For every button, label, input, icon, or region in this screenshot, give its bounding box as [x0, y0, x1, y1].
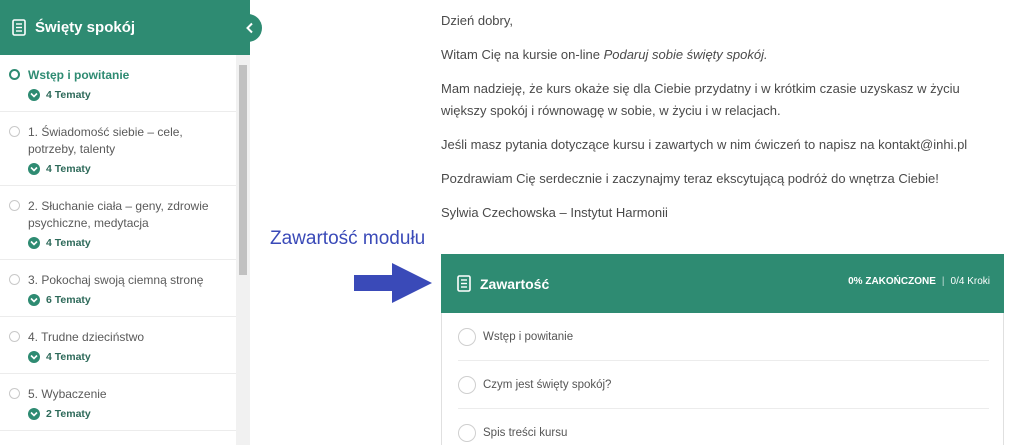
step-label: Spis treści kursu [483, 426, 568, 439]
lesson-item[interactable]: 1. Świadomość siebie – cele, potrzeby, t… [0, 112, 236, 186]
module-content-annotation: Zawartość modułu [270, 228, 426, 249]
status-circle-icon [9, 331, 20, 342]
panel-title: Zawartość [480, 275, 550, 292]
topics-toggle[interactable]: 4 Tematy [28, 89, 226, 101]
status-circle-icon [9, 274, 20, 285]
status-circle-icon [9, 388, 20, 399]
signature-text: Sylwia Czechowska – Instytut Harmonii [441, 205, 668, 220]
chevron-down-icon [28, 351, 40, 363]
lesson-item[interactable]: 4. Trudne dzieciństwo 4 Tematy [0, 317, 236, 374]
chevron-down-icon [28, 294, 40, 306]
status-circle-icon [458, 327, 476, 346]
lesson-item[interactable]: Wstęp i powitanie 4 Tematy [0, 55, 236, 112]
status-circle-icon [9, 126, 20, 137]
sidebar-scrollbar[interactable] [236, 55, 250, 445]
lesson-title: 4. Trudne dzieciństwo [28, 330, 145, 344]
status-circle-icon [458, 423, 476, 442]
progress-status: 0% ZAKOŃCZONE | 0/4 Kroki [848, 276, 990, 287]
questions-text: Jeśli masz pytania dotyczące kursu i zaw… [441, 137, 968, 152]
panel-header: Zawartość 0% ZAKOŃCZONE | 0/4 Kroki [441, 254, 1004, 313]
greeting-text: Dzień dobry, [441, 13, 514, 28]
topics-toggle[interactable]: 6 Tematy [28, 294, 226, 306]
chevron-down-icon [28, 89, 40, 101]
lesson-item[interactable]: 5. Wybaczenie 2 Tematy [0, 374, 236, 431]
status-circle-icon [9, 69, 20, 80]
module-content-panel: Zawartość 0% ZAKOŃCZONE | 0/4 Kroki Wstę… [441, 254, 1004, 445]
status-circle-icon [458, 375, 476, 394]
sidebar-header: Święty spokój [0, 0, 262, 55]
chevron-left-icon [246, 22, 253, 34]
course-name: Podaruj sobie święty spokój. [603, 47, 768, 62]
lesson-title: 5. Wybaczenie [28, 387, 107, 401]
progress-separator: | [941, 276, 945, 287]
step-item[interactable]: Spis treści kursu [458, 409, 989, 445]
progress-percent: 0% ZAKOŃCZONE [848, 276, 936, 287]
lesson-list: Wstęp i powitanie 4 Tematy 1. Świadomość… [0, 55, 236, 431]
lesson-title: 2. Słuchanie ciała – geny, zdrowie psych… [28, 199, 209, 230]
lesson-title: Wstęp i powitanie [28, 68, 130, 82]
lesson-item[interactable]: 3. Pokochaj swoją ciemną stronę 6 Tematy [0, 260, 236, 317]
hope-text: Mam nadzieję, że kurs okaże się dla Cieb… [441, 81, 960, 118]
steps-count: 0/4 Kroki [950, 276, 990, 287]
topics-toggle[interactable]: 4 Tematy [28, 163, 226, 175]
welcome-text: Witam Cię na kursie on-line Podaruj sobi… [441, 44, 1001, 66]
topics-toggle[interactable]: 2 Tematy [28, 408, 226, 420]
welcome-prefix: Witam Cię na kursie on-line [441, 47, 604, 62]
chevron-down-icon [28, 408, 40, 420]
document-icon [457, 275, 471, 292]
regards-text: Pozdrawiam Cię serdecznie i zaczynajmy t… [441, 171, 939, 186]
topics-count: 4 Tematy [46, 351, 91, 363]
chevron-down-icon [28, 163, 40, 175]
topics-count: 6 Tematy [46, 294, 91, 306]
course-title: Święty spokój [35, 19, 136, 36]
topics-toggle[interactable]: 4 Tematy [28, 351, 226, 363]
collapse-sidebar-button[interactable] [238, 14, 262, 42]
scrollbar-thumb[interactable] [239, 65, 247, 275]
topics-toggle[interactable]: 4 Tematy [28, 237, 226, 249]
step-item[interactable]: Czym jest święty spokój? [458, 361, 989, 409]
step-label: Czym jest święty spokój? [483, 378, 612, 391]
status-circle-icon [9, 200, 20, 211]
arrow-right-icon [354, 263, 432, 303]
topics-count: 4 Tematy [46, 237, 91, 249]
course-sidebar: Święty spokój Wstęp i powitanie 4 Tematy… [0, 0, 262, 445]
lesson-title: 3. Pokochaj swoją ciemną stronę [28, 273, 204, 287]
document-icon [12, 19, 26, 36]
topics-count: 4 Tematy [46, 163, 91, 175]
topics-count: 2 Tematy [46, 408, 91, 420]
lesson-item[interactable]: 2. Słuchanie ciała – geny, zdrowie psych… [0, 186, 236, 260]
step-label: Wstęp i powitanie [483, 330, 574, 343]
step-item[interactable]: Wstęp i powitanie [458, 313, 989, 361]
chevron-down-icon [28, 237, 40, 249]
topics-count: 4 Tematy [46, 89, 91, 101]
lesson-title: 1. Świadomość siebie – cele, potrzeby, t… [28, 125, 183, 156]
